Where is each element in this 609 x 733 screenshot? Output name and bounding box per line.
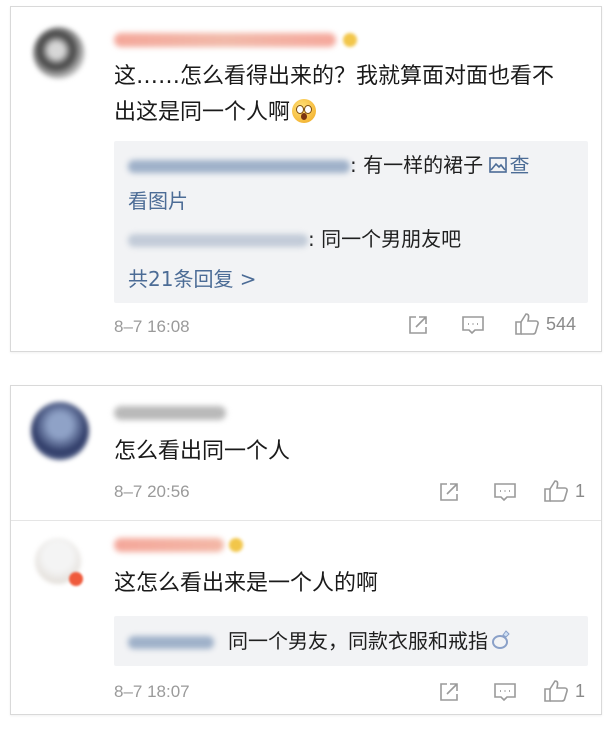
divider — [11, 520, 601, 521]
like-count: 1 — [575, 680, 586, 701]
reply-username-blurred[interactable] — [128, 234, 308, 247]
comment-text-line: 这……怎么看得出来的？我就算面对面也看不 — [114, 64, 555, 89]
username-blurred[interactable] — [114, 406, 226, 420]
comment-card: 怎么看出同一个人 8–7 20:56 1 这怎么看出来是一个人的啊 同一个男友，… — [10, 385, 602, 715]
astonished-face-icon — [292, 99, 317, 123]
image-icon — [489, 157, 508, 173]
username-blurred[interactable] — [114, 33, 336, 47]
thumbs-up-icon — [544, 480, 568, 502]
comment-text: 这……怎么看得出来的？我就算面对面也看不 出这是同一个人啊 — [114, 59, 594, 131]
avatar[interactable] — [31, 402, 89, 460]
comment-text: 这怎么看出来是一个人的啊 — [114, 571, 379, 596]
status-dot — [69, 572, 83, 586]
timestamp: 8–7 16:08 — [114, 317, 190, 336]
share-icon — [440, 683, 458, 701]
timestamp: 8–7 18:07 — [114, 682, 190, 701]
view-image-link[interactable]: 查 — [489, 153, 529, 177]
reply-username-blurred[interactable] — [128, 160, 350, 173]
comment-text: 怎么看出同一个人 — [114, 439, 291, 464]
share-button[interactable] — [438, 681, 460, 703]
comment-button[interactable] — [493, 481, 517, 503]
badge-icon — [229, 538, 243, 552]
comment-card: 这……怎么看得出来的？我就算面对面也看不 出这是同一个人啊 : 有一样的裙子 查… — [10, 6, 602, 352]
like-button[interactable]: 1 — [543, 479, 585, 503]
like-button[interactable]: 544 — [514, 312, 576, 336]
share-icon — [409, 316, 427, 334]
thumbs-up-icon — [544, 680, 568, 702]
share-icon — [440, 483, 458, 501]
comment-icon — [462, 316, 484, 335]
replies-box[interactable]: : 有一样的裙子 查 看图片 : 同一个男朋友吧 共21条回复 > — [114, 141, 588, 303]
share-button[interactable] — [438, 481, 460, 503]
replies-box[interactable]: 同一个男友，同款衣服和戒指 — [114, 616, 588, 666]
ring-icon — [492, 630, 510, 649]
thumbs-up-icon — [515, 313, 539, 335]
like-button[interactable]: 1 — [543, 679, 585, 703]
like-count: 1 — [575, 480, 586, 501]
reply-item[interactable]: 同一个男友，同款衣服和戒指 — [128, 627, 512, 655]
comment-button[interactable] — [493, 681, 517, 703]
username-blurred[interactable] — [114, 538, 224, 552]
comment-icon — [494, 483, 516, 502]
like-count: 544 — [546, 313, 577, 334]
view-image-link[interactable]: 看图片 — [128, 187, 188, 215]
comment-icon — [494, 683, 516, 702]
reply-item[interactable]: : 有一样的裙子 查 — [128, 151, 529, 179]
comment-button[interactable] — [461, 314, 485, 336]
badge-icon — [343, 33, 357, 47]
comment-text-line: 出这是同一个人啊 — [114, 95, 594, 131]
share-button[interactable] — [407, 314, 429, 336]
avatar[interactable] — [33, 27, 85, 79]
more-replies-link[interactable]: 共21条回复 > — [128, 265, 257, 293]
reply-username-blurred[interactable] — [128, 636, 214, 649]
timestamp: 8–7 20:56 — [114, 482, 190, 501]
reply-item[interactable]: : 同一个男朋友吧 — [128, 225, 461, 253]
